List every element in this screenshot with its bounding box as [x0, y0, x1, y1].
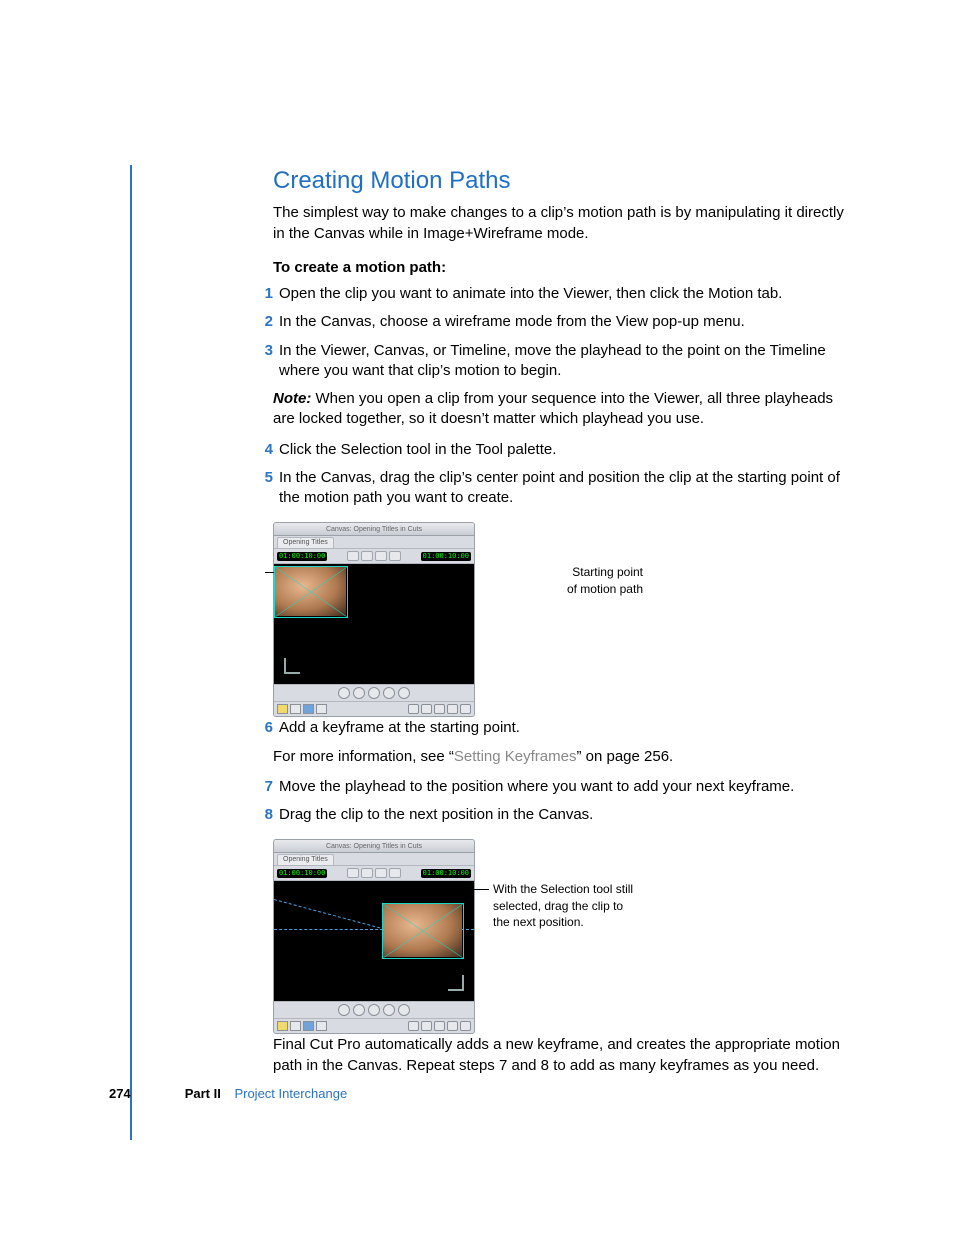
- safe-marker-right: [448, 975, 464, 991]
- note-block: Note: When you open a clip from your seq…: [273, 389, 853, 430]
- figure-2-canvas-window: Canvas: Opening Titles in Cuts Opening T…: [273, 839, 475, 1034]
- step-text: Move the playhead to the position where …: [279, 777, 853, 797]
- canvas-toolbar: 01:00:10:00 01:00:10:00: [274, 866, 474, 881]
- callout-connector: [463, 889, 489, 890]
- edit-overlay-bar: [274, 1018, 474, 1033]
- transport-bar: [274, 1001, 474, 1018]
- sequence-tab: Opening Titles: [277, 854, 334, 865]
- figure-1-wrap: Starting point of motion path Canvas: Op…: [273, 522, 853, 700]
- callout-line-2: of motion path: [543, 581, 643, 597]
- step-number: 2: [255, 312, 279, 332]
- step-7: 7 Move the playhead to the position wher…: [273, 777, 853, 797]
- step-3: 3 In the Viewer, Canvas, or Timeline, mo…: [273, 341, 853, 382]
- note-label: Note:: [273, 390, 311, 407]
- canvas-viewport: [274, 564, 474, 684]
- step-5: 5 In the Canvas, drag the clip’s center …: [273, 468, 853, 509]
- step-6: 6 Add a keyframe at the starting point.: [273, 718, 853, 738]
- step-1: 1 Open the clip you want to animate into…: [273, 284, 853, 304]
- page-footer: 274 Part II Project Interchange: [109, 1085, 849, 1103]
- window-titlebar: Canvas: Opening Titles in Cuts: [274, 523, 474, 536]
- step-number: 3: [255, 341, 279, 382]
- step-text: Click the Selection tool in the Tool pal…: [279, 440, 853, 460]
- canvas-toolbar: 01:00:10:00 01:00:10:00: [274, 549, 474, 564]
- closing-paragraph: Final Cut Pro automatically adds a new k…: [273, 1035, 853, 1076]
- figure-2-wrap: Canvas: Opening Titles in Cuts Opening T…: [273, 839, 853, 1017]
- step-6-sub: For more information, see “Setting Keyfr…: [273, 747, 853, 767]
- procedure-lead: To create a motion path:: [273, 258, 853, 278]
- step-number: 8: [255, 805, 279, 825]
- timecode-right: 01:00:10:00: [421, 552, 471, 561]
- step-number: 5: [255, 468, 279, 509]
- step-8: 8 Drag the clip to the next position in …: [273, 805, 853, 825]
- note-body: When you open a clip from your sequence …: [273, 390, 833, 427]
- motion-path-line-2: [274, 899, 390, 931]
- step-4: 4 Click the Selection tool in the Tool p…: [273, 440, 853, 460]
- step-number: 4: [255, 440, 279, 460]
- timecode-right: 01:00:10:00: [421, 869, 471, 878]
- view-buttons: [347, 868, 401, 878]
- xref-link[interactable]: Setting Keyframes: [454, 748, 577, 765]
- wireframe-box: [382, 903, 464, 959]
- step-number: 7: [255, 777, 279, 797]
- safe-marker-left: [284, 658, 300, 674]
- left-rule: [130, 165, 132, 1140]
- step-text: In the Viewer, Canvas, or Timeline, move…: [279, 341, 853, 382]
- step-text: Open the clip you want to animate into t…: [279, 284, 853, 304]
- intro-paragraph: The simplest way to make changes to a cl…: [273, 203, 853, 244]
- part-label: Part II: [185, 1086, 221, 1101]
- view-buttons: [347, 551, 401, 561]
- canvas-viewport: [274, 881, 474, 1001]
- window-titlebar: Canvas: Opening Titles in Cuts: [274, 840, 474, 853]
- section-heading: Creating Motion Paths: [273, 165, 853, 197]
- tab-bar: Opening Titles: [274, 536, 474, 549]
- timecode-left: 01:00:10:00: [277, 552, 327, 561]
- sequence-tab: Opening Titles: [277, 537, 334, 548]
- transport-bar: [274, 684, 474, 701]
- part-title: Project Interchange: [234, 1086, 347, 1101]
- edit-overlay-bar: [274, 701, 474, 716]
- step-2: 2 In the Canvas, choose a wireframe mode…: [273, 312, 853, 332]
- xref-post: ” on page 256.: [576, 748, 673, 765]
- step-number: 6: [255, 718, 279, 738]
- tab-bar: Opening Titles: [274, 853, 474, 866]
- wireframe-box: [274, 566, 348, 618]
- step-text: Add a keyframe at the starting point.: [279, 718, 853, 738]
- step-text: In the Canvas, choose a wireframe mode f…: [279, 312, 853, 332]
- callout-line-1: Starting point: [543, 564, 643, 580]
- step-text: In the Canvas, drag the clip’s center po…: [279, 468, 853, 509]
- step-number: 1: [255, 284, 279, 304]
- page-number: 274: [109, 1085, 131, 1103]
- timecode-left: 01:00:10:00: [277, 869, 327, 878]
- figure-2-callout: With the Selection tool still selected, …: [493, 881, 643, 930]
- step-text: Drag the clip to the next position in th…: [279, 805, 853, 825]
- xref-pre: For more information, see “: [273, 748, 454, 765]
- figure-1-callout: Starting point of motion path: [543, 564, 643, 596]
- body-column: Creating Motion Paths The simplest way t…: [273, 165, 853, 1076]
- figure-1-canvas-window: Canvas: Opening Titles in Cuts Opening T…: [273, 522, 475, 717]
